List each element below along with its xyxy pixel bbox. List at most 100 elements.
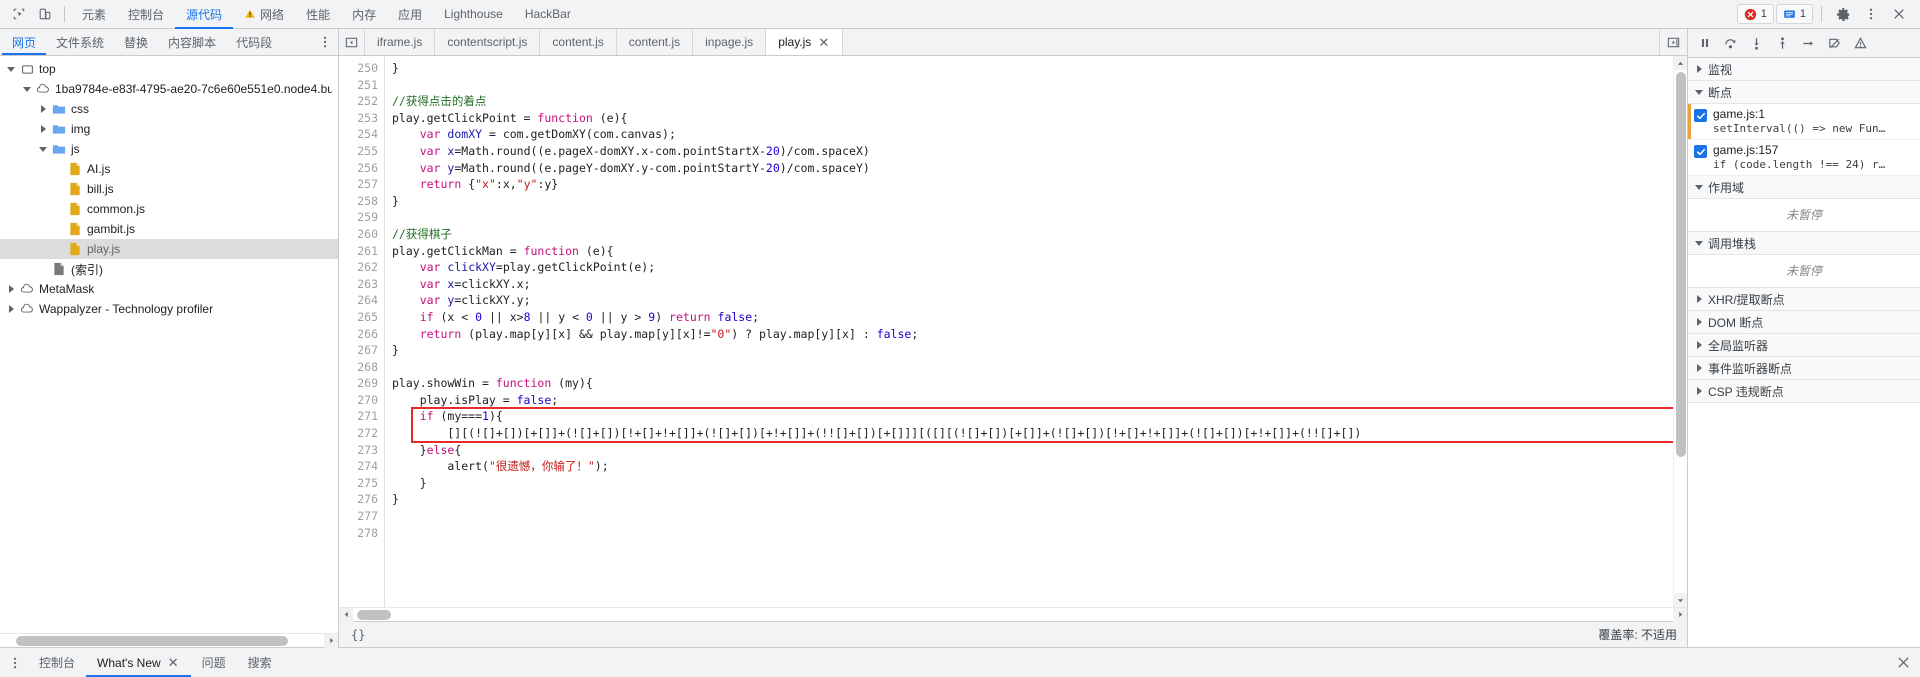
error-count-badge[interactable]: 1: [1736, 4, 1774, 24]
tree-item-ai-js[interactable]: AI.js: [0, 159, 338, 179]
close-icon[interactable]: [1886, 2, 1912, 26]
line-number[interactable]: 267: [339, 342, 384, 359]
pane-header-csp-violation-breakpoints[interactable]: CSP 违规断点: [1688, 380, 1920, 403]
code-line[interactable]: play.isPlay = false;: [392, 392, 1673, 409]
line-number[interactable]: 275: [339, 475, 384, 492]
tree-item-gambit-js[interactable]: gambit.js: [0, 219, 338, 239]
breakpoint-item[interactable]: game.js:157 if (code.length !== 24) r…: [1688, 140, 1920, 176]
chevron-down-icon[interactable]: [36, 146, 50, 152]
editor-tab-iframe-js[interactable]: iframe.js: [365, 29, 436, 55]
tree-item-1ba9784e-e83f-4795-ae20-7c6e60e551e0-node4-buuo[interactable]: 1ba9784e-e83f-4795-ae20-7c6e60e551e0.nod…: [0, 79, 338, 99]
chevron-right-icon[interactable]: [36, 125, 50, 133]
editor-tab-content-js[interactable]: content.js: [616, 29, 694, 55]
pane-header-breakpoints[interactable]: 断点: [1688, 81, 1920, 104]
navigator-tab-filesystem[interactable]: 文件系统: [46, 29, 114, 55]
code-line[interactable]: [392, 508, 1673, 525]
code-line[interactable]: alert("很遗憾，你输了！");: [392, 458, 1673, 475]
step-out-icon[interactable]: [1770, 31, 1795, 55]
line-number[interactable]: 258: [339, 193, 384, 210]
code-line[interactable]: [][(![]+[])[+[]]+(![]+[])[!+[]+!+[]]+(![…: [392, 425, 1673, 442]
panel-tab-sources[interactable]: 源代码: [175, 0, 234, 29]
pane-header-xhr-breakpoints[interactable]: XHR/提取断点: [1688, 288, 1920, 311]
line-number[interactable]: 272: [339, 425, 384, 442]
step-over-icon[interactable]: [1718, 31, 1743, 55]
line-number[interactable]: 277: [339, 508, 384, 525]
chevron-right-icon[interactable]: [4, 285, 18, 293]
line-number[interactable]: 278: [339, 525, 384, 542]
line-number[interactable]: 261: [339, 243, 384, 260]
tree-item-img[interactable]: img: [0, 119, 338, 139]
code-line[interactable]: [392, 525, 1673, 542]
code-line[interactable]: }: [392, 491, 1673, 508]
editor-tab-content-js[interactable]: content.js: [540, 29, 617, 55]
panel-tab-hackbar[interactable]: HackBar: [514, 0, 582, 29]
line-number[interactable]: 250: [339, 60, 384, 77]
line-number[interactable]: 262: [339, 259, 384, 276]
line-number[interactable]: 268: [339, 359, 384, 376]
code-line[interactable]: play.getClickPoint = function (e){: [392, 110, 1673, 127]
line-number[interactable]: 269: [339, 375, 384, 392]
code-line[interactable]: //获得点击的着点: [392, 93, 1673, 110]
navigator-scroll-right-arrow[interactable]: [324, 633, 338, 648]
line-number[interactable]: 276: [339, 491, 384, 508]
line-number[interactable]: 254: [339, 126, 384, 143]
pause-on-exceptions-icon[interactable]: [1848, 31, 1873, 55]
code-line[interactable]: return (play.map[y][x] && play.map[y][x]…: [392, 326, 1673, 343]
breakpoint-item[interactable]: game.js:1 setInterval(() => new Fun…: [1688, 104, 1920, 140]
scroll-down-arrow[interactable]: [1673, 593, 1687, 607]
line-number[interactable]: 259: [339, 209, 384, 226]
chevron-right-icon[interactable]: [36, 105, 50, 113]
pane-header-event-listener-breakpoints[interactable]: 事件监听器断点: [1688, 357, 1920, 380]
code-line[interactable]: if (my===1){: [392, 408, 1673, 425]
line-number[interactable]: 265: [339, 309, 384, 326]
panel-tab-lighthouse[interactable]: Lighthouse: [433, 0, 514, 29]
scroll-up-arrow[interactable]: [1673, 56, 1687, 70]
line-number[interactable]: 270: [339, 392, 384, 409]
pane-header-scope[interactable]: 作用域: [1688, 176, 1920, 199]
tree-item-js[interactable]: js: [0, 139, 338, 159]
panel-tab-performance[interactable]: 性能: [295, 0, 341, 29]
panel-collapse-icon[interactable]: [339, 29, 365, 55]
drawer-tab-close-icon[interactable]: ✕: [167, 656, 180, 669]
chevron-down-icon[interactable]: [20, 86, 34, 92]
panel-tab-console[interactable]: 控制台: [117, 0, 175, 29]
code-editor[interactable]: 250 251 252 253 254 255 256 257 258 259 260 261 262 2…: [339, 56, 1687, 607]
line-number[interactable]: 257: [339, 176, 384, 193]
line-number[interactable]: 271: [339, 408, 384, 425]
drawer-tab-whats-new[interactable]: What's New ✕: [86, 648, 191, 677]
code-scroll-left-arrow[interactable]: [339, 607, 353, 622]
code-line[interactable]: var x=Math.round((e.pageX-domXY.x-com.po…: [392, 143, 1673, 160]
drawer-tab-issues[interactable]: 问题: [191, 648, 237, 677]
code-line[interactable]: }else{: [392, 442, 1673, 459]
navigator-tab-overrides[interactable]: 替换: [114, 29, 158, 55]
tree-item-bill-js[interactable]: bill.js: [0, 179, 338, 199]
tree-item-common-js[interactable]: common.js: [0, 199, 338, 219]
popout-icon[interactable]: [1659, 29, 1687, 55]
pretty-print-button[interactable]: {}: [347, 625, 369, 644]
line-number[interactable]: 256: [339, 160, 384, 177]
code-scroll-right-arrow[interactable]: [1673, 607, 1687, 622]
editor-tab-inpage-js[interactable]: inpage.js: [693, 29, 767, 55]
code-line[interactable]: //获得棋子: [392, 226, 1673, 243]
pane-header-global-listeners[interactable]: 全局监听器: [1688, 334, 1920, 357]
drawer-tab-search[interactable]: 搜索: [237, 648, 283, 677]
tree-item-top[interactable]: top: [0, 59, 338, 79]
code-line[interactable]: play.showWin = function (my){: [392, 375, 1673, 392]
panel-tab-application[interactable]: 应用: [387, 0, 433, 29]
editor-tab-contentscript-js[interactable]: contentscript.js: [435, 29, 541, 55]
line-number[interactable]: 273: [339, 442, 384, 459]
tree-item-wappalyzer-technology-profiler[interactable]: Wappalyzer - Technology profiler: [0, 299, 338, 319]
code-scroll-thumb[interactable]: [1676, 72, 1686, 457]
pane-header-watch[interactable]: 监视: [1688, 58, 1920, 81]
navigator-tab-page[interactable]: 网页: [2, 29, 47, 55]
editor-tab-play-js[interactable]: play.js ✕: [766, 29, 844, 55]
drawer-close-icon[interactable]: [1886, 648, 1920, 677]
breakpoint-checkbox[interactable]: [1694, 145, 1707, 158]
line-number[interactable]: 251: [339, 77, 384, 94]
tree-item-css[interactable]: css: [0, 99, 338, 119]
pane-header-call-stack[interactable]: 调用堆栈: [1688, 232, 1920, 255]
navigator-horizontal-scrollbar[interactable]: [0, 633, 338, 648]
line-number[interactable]: 266: [339, 326, 384, 343]
line-number[interactable]: 264: [339, 292, 384, 309]
code-line[interactable]: return {"x":x,"y":y}: [392, 176, 1673, 193]
